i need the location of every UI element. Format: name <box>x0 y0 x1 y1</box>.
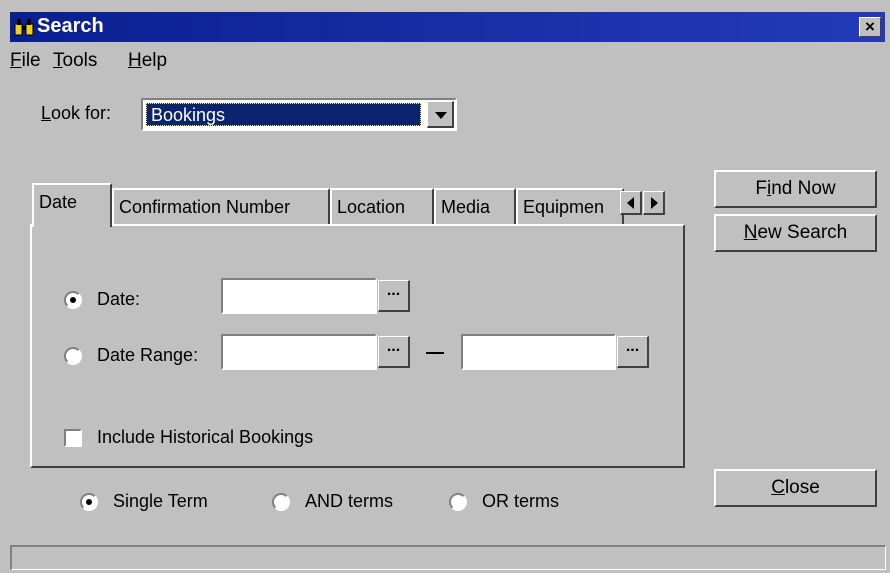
or-terms-radio[interactable] <box>449 493 467 511</box>
tab-equipment[interactable]: Equipmen <box>516 188 624 224</box>
single-term-radio[interactable] <box>80 493 98 511</box>
date-range-end-picker-button[interactable]: ... <box>617 336 649 368</box>
window-title: Search <box>37 15 104 37</box>
date-input[interactable] <box>221 278 377 314</box>
tab-date[interactable]: Date <box>32 183 112 227</box>
or-terms-label: OR terms <box>482 491 560 511</box>
menu-tools[interactable]: Tools <box>53 50 97 72</box>
single-term-label: Single Term <box>113 491 208 511</box>
menu-help[interactable]: Help <box>128 50 167 72</box>
range-separator <box>426 352 444 354</box>
date-picker-button[interactable]: ... <box>378 280 410 312</box>
and-terms-label: AND terms <box>305 491 394 511</box>
status-bar <box>10 545 886 570</box>
title-bar[interactable]: Search × <box>10 12 885 42</box>
and-terms-radio[interactable] <box>272 493 290 511</box>
tab-scroll-right-icon[interactable] <box>643 191 665 215</box>
find-now-button[interactable]: Find Now <box>714 170 877 208</box>
date-radio[interactable] <box>64 291 82 309</box>
date-label: Date: <box>97 289 141 309</box>
close-icon: × <box>865 17 875 36</box>
new-search-button[interactable]: New Search <box>714 214 877 252</box>
date-range-start-input[interactable] <box>221 334 377 370</box>
dropdown-arrow-icon[interactable] <box>427 101 454 128</box>
include-historical-label: Include Historical Bookings <box>97 427 314 447</box>
date-range-end-input[interactable] <box>461 334 616 370</box>
date-range-label: Date Range: <box>97 345 199 365</box>
include-historical-checkbox[interactable] <box>64 429 82 447</box>
tab-media[interactable]: Media <box>434 188 516 224</box>
tab-scroll-left-icon[interactable] <box>620 191 642 215</box>
look-for-combobox[interactable]: Bookings <box>141 98 457 131</box>
tab-location[interactable]: Location <box>330 188 434 224</box>
date-range-start-picker-button[interactable]: ... <box>378 336 410 368</box>
tab-confirmation-number[interactable]: Confirmation Number <box>112 188 330 224</box>
search-window: Search × File Tools Help Look for: Booki… <box>0 0 890 573</box>
close-button[interactable]: Close <box>714 469 877 507</box>
look-for-label: Look for: <box>41 103 112 123</box>
menu-file[interactable]: File <box>10 50 41 72</box>
date-range-radio[interactable] <box>64 347 82 365</box>
binoculars-icon <box>14 19 34 36</box>
close-window-button[interactable]: × <box>859 17 881 37</box>
look-for-value: Bookings <box>146 103 421 126</box>
